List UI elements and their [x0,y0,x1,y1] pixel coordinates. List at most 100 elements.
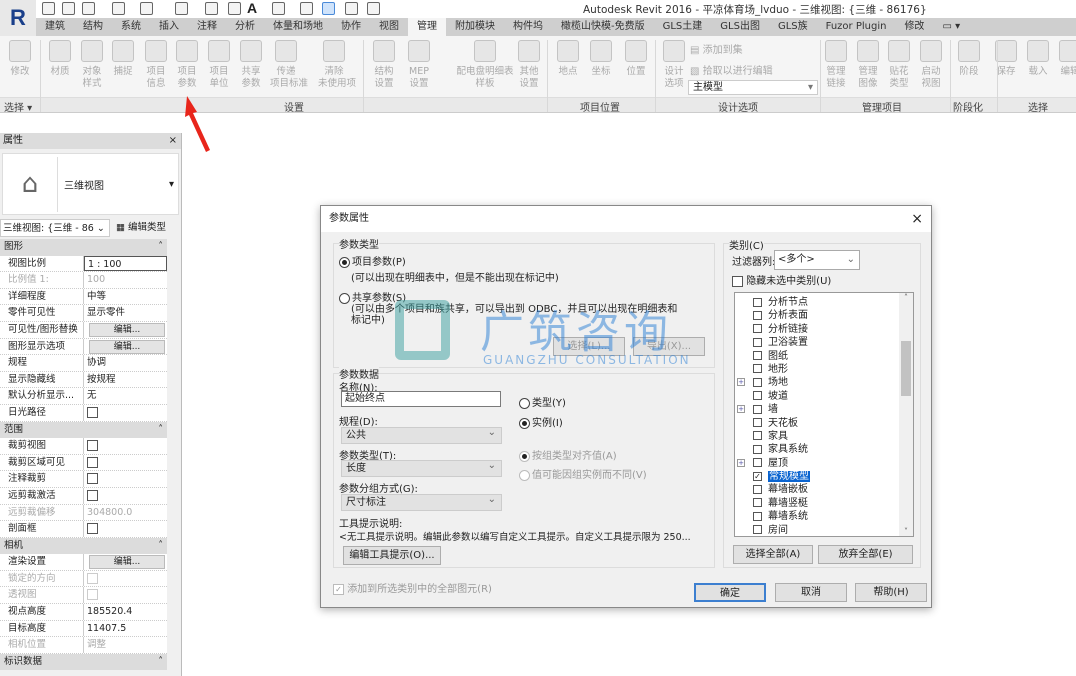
project-param-radio[interactable]: 项目参数(P) [339,253,406,268]
revit-app-menu-button[interactable]: R [0,0,36,36]
snaps-button[interactable]: 捕捉 [107,40,139,78]
coordinates-button[interactable]: 坐标 [585,40,617,78]
load-selection-button[interactable]: 载入 [1022,40,1054,78]
category-checkbox[interactable] [753,444,762,454]
mep-settings-button[interactable]: MEP 设置 [403,40,435,90]
close-icon[interactable]: × [911,206,923,232]
category-checkbox[interactable] [753,337,762,347]
project-info-button[interactable]: 项目 信息 [140,40,172,90]
property-value[interactable]: 185520.4 [84,604,167,620]
undo-icon[interactable] [112,2,125,15]
property-checkbox[interactable] [87,489,98,501]
category-item[interactable]: 幕墙竖梃 [735,497,913,510]
property-checkbox[interactable] [87,572,98,584]
section-header[interactable]: 范围 ˄ [0,421,167,439]
tab-olive-mountain[interactable]: 橄榄山快模-免费版 [552,18,654,36]
save-icon[interactable] [62,2,75,15]
save-selection-button[interactable]: 保存 [990,40,1022,78]
tab-fuzor-plugin[interactable]: Fuzor Plugin [817,18,896,36]
export-shared-button[interactable]: 导出(X)... [633,337,705,356]
property-value[interactable]: 按规程 [84,372,167,388]
category-checkbox[interactable] [753,498,762,508]
edit-selection-button[interactable]: 编辑 [1054,40,1076,78]
property-value[interactable]: 调整 [84,637,167,653]
tab-gls-drawing[interactable]: GLS出图 [711,18,769,36]
align-by-group-radio[interactable]: 按组类型对齐值(A) [519,447,617,462]
property-value[interactable]: 协调 [84,355,167,371]
property-checkbox[interactable] [87,473,98,485]
close-icon[interactable]: × [169,133,181,149]
select-shared-button[interactable]: 选择(L)... [553,337,625,356]
starting-view-button[interactable]: 启动 视图 [915,40,947,90]
section-header[interactable]: 图形 ˄ [0,239,167,256]
category-item[interactable]: 房间 [735,524,913,536]
shared-param-radio[interactable]: 共享参数(S) [339,289,406,304]
category-checkbox[interactable] [753,418,762,428]
category-checkbox[interactable] [753,431,762,441]
tab-manage[interactable]: 管理 [408,18,446,36]
category-checkbox[interactable]: ✓ [753,471,762,481]
category-item[interactable]: 分析链接 [735,323,913,336]
tab-component-dock[interactable]: 构件坞 [504,18,552,36]
edit-button[interactable]: 编辑... [89,339,165,354]
tab-view[interactable]: 视图 [370,18,408,36]
category-item[interactable]: 天花板 [735,417,913,430]
ribbon-minimize-toggle[interactable]: ▭ ▾ [933,18,969,36]
add-to-set-button[interactable]: ▤ 添加到集 [690,41,743,56]
project-parameters-button[interactable]: 项目 参数 [171,40,203,90]
property-value[interactable]: 304800.0 [84,505,167,521]
property-value[interactable]: 显示零件 [84,305,167,321]
property-value[interactable]: 100 [84,272,167,288]
expand-icon[interactable]: + [737,458,745,467]
add-to-all-elements-checkbox[interactable]: ✓ 添加到所选类别中的全部图元(R) [333,580,492,595]
panel-select-dropdown[interactable]: 选择 ▾ [4,99,32,114]
select-all-button[interactable]: 选择全部(A) [733,545,813,564]
vary-by-group-radio[interactable]: 值可能因组实例而不同(V) [519,466,647,481]
deselect-all-button[interactable]: 放弃全部(E) [818,545,913,564]
category-item[interactable]: 分析表面 [735,309,913,322]
tab-annotate[interactable]: 注释 [188,18,226,36]
category-item[interactable]: 分析节点 [735,296,913,309]
manage-links-button[interactable]: 管理 链接 [820,40,852,90]
view-instance-select[interactable]: 三维视图: {三维 - 86 ⌄ [0,219,110,237]
section-header[interactable]: 相机 ˄ [0,537,167,555]
3d-view-icon[interactable] [272,2,285,15]
category-checkbox[interactable] [753,377,762,387]
cancel-button[interactable]: 取消 [775,583,847,602]
tab-massing-site[interactable]: 体量和场地 [264,18,332,36]
property-value[interactable]: 1 : 100 [84,255,167,272]
category-checkbox[interactable] [753,297,762,307]
property-checkbox[interactable] [87,589,98,601]
aligned-dimension-icon[interactable] [205,2,218,15]
category-scrollbar[interactable]: ˄ ˅ [899,293,913,536]
category-item[interactable]: 图纸 [735,350,913,363]
property-checkbox[interactable] [87,523,98,535]
category-item[interactable]: 幕墙嵌板 [735,483,913,496]
modify-button[interactable]: 修改 [4,40,36,78]
tab-addins[interactable]: 附加模块 [446,18,504,36]
redo-icon[interactable] [140,2,153,15]
name-input[interactable]: 起始终点 [341,391,501,407]
expand-icon[interactable]: + [737,405,745,414]
materials-button[interactable]: 材质 [44,40,76,78]
design-options-button[interactable]: 设计 选项 [658,40,690,90]
filter-select[interactable]: <多个> ⌄ [774,250,860,270]
category-checkbox[interactable] [753,458,762,468]
collapse-icon[interactable]: ˄ [158,239,163,256]
tab-structure[interactable]: 结构 [74,18,112,36]
instance-radio[interactable]: 实例(I) [519,414,563,429]
category-item[interactable]: ✓ 常规模型 [735,470,913,483]
property-checkbox[interactable] [87,406,98,418]
category-checkbox[interactable] [753,351,762,361]
panel-schedule-templates-button[interactable]: 配电盘明细表 样板 [455,40,515,90]
param-type-select[interactable]: 长度 [341,458,502,477]
hide-unchecked-checkbox[interactable]: 隐藏未选中类别(U) [732,272,831,287]
scrollbar-thumb[interactable] [901,341,911,396]
category-checkbox[interactable] [753,404,762,414]
property-checkbox[interactable] [87,456,98,468]
discipline-select[interactable]: 公共 [341,425,502,444]
text-icon[interactable]: A [247,0,257,16]
tab-insert[interactable]: 插入 [150,18,188,36]
property-value[interactable]: 11407.5 [84,621,167,637]
sync-icon[interactable] [82,2,95,15]
